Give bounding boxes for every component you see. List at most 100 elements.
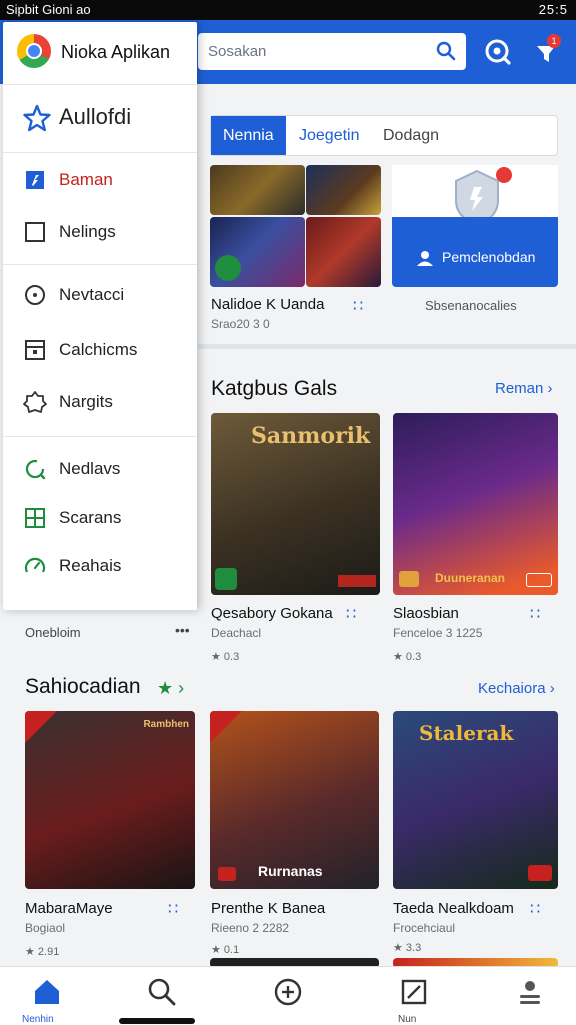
drawer-favorite-label: Aullofdi <box>59 104 132 129</box>
featured-subtitle: Srao20 3 0 <box>211 317 270 331</box>
game-card-3-art[interactable]: Rambhen <box>25 711 195 889</box>
category-tabs: Nennia Joegetin Dodagn <box>210 115 558 156</box>
section2-star-icon: ★ › <box>157 678 185 698</box>
section2-more-label: Kechaiora <box>478 680 546 697</box>
featured-thumb-3[interactable] <box>210 217 305 287</box>
game-card-2-rating: ★ 0.3 <box>393 651 422 663</box>
corner-ribbon-icon <box>210 711 242 743</box>
game-card-1-art[interactable]: Sanmorik <box>211 413 380 595</box>
nav-add-icon[interactable] <box>272 976 304 1008</box>
tab-nennia[interactable]: Nennia <box>211 116 286 155</box>
drawer-item-calchicms[interactable]: Calchicms <box>3 330 197 370</box>
tab-dodagn[interactable]: Dodagn <box>383 116 439 155</box>
game-card-1-title[interactable]: Qesabory Gokana <box>211 605 333 622</box>
drawer-item-scarans[interactable]: Scarans <box>3 498 197 538</box>
drawer-item-label: Baman <box>59 170 113 189</box>
status-bar: Sipbit Gioni ao 25:5 <box>0 0 576 20</box>
game-card-5-more-icon[interactable]: ∷ <box>530 899 541 919</box>
rating-badge-icon <box>526 573 552 587</box>
nav-home-label[interactable]: Nenhin <box>22 1014 54 1025</box>
search-input[interactable]: Sosakan <box>198 33 466 70</box>
game-card-2-rating-value: 0.3 <box>405 651 422 663</box>
navigation-drawer: Nioka Aplikan Aullofdi Baman Nelings Nev… <box>3 22 197 610</box>
drawer-header[interactable]: Nioka Aplikan <box>3 22 197 82</box>
drawer-divider <box>3 436 197 437</box>
game-card-3-sub: Bogiaol <box>25 921 66 935</box>
notification-badge: 1 <box>547 34 561 48</box>
promo-dot <box>496 167 512 183</box>
game-card-2-art[interactable]: Duuneranan <box>393 413 558 595</box>
store-badge-icon <box>399 571 419 587</box>
drawer-item-label: Reahais <box>59 556 122 575</box>
game-card-3-more-icon[interactable]: ∷ <box>168 899 179 919</box>
section1-more-link[interactable]: Reman › <box>495 380 553 397</box>
search-icon[interactable] <box>436 41 456 66</box>
game-card-5-title[interactable]: Taeda Nealkdoam <box>393 900 514 917</box>
featured-thumb-1[interactable] <box>210 165 305 215</box>
drawer-item-nevtacci[interactable]: Nevtacci <box>3 275 197 315</box>
bookmark-icon <box>23 168 47 192</box>
refresh-icon <box>23 457 47 481</box>
drawer-app-name: Nioka Aplikan <box>61 42 171 62</box>
game-card-1-sub: Deachacl <box>211 626 262 640</box>
nav-search-icon[interactable] <box>146 976 178 1008</box>
drawer-item-label: Nargits <box>59 392 113 411</box>
featured-thumb-4[interactable] <box>306 217 381 287</box>
section2-title: Sahiocadian <box>25 675 141 698</box>
store-badge-icon <box>215 568 237 590</box>
rating-badge-icon <box>338 575 376 587</box>
game-card-5-rating: ★ 3.3 <box>393 942 422 954</box>
game-card-3-logo: Rambhen <box>143 719 189 730</box>
store-badge-icon <box>218 867 236 881</box>
game-card-5-art[interactable]: Stalerak <box>393 711 558 889</box>
drawer-item-nargits[interactable]: Nargits <box>3 382 197 422</box>
person-icon <box>416 249 436 272</box>
game-card-4-title[interactable]: Prenthe K Banea <box>211 900 325 917</box>
nav-edit-label[interactable]: Nun <box>398 1014 416 1025</box>
drawer-item-label: Nevtacci <box>59 285 125 304</box>
drawer-item-reahais[interactable]: Reahais <box>3 546 197 586</box>
game-card-5-rating-value: 3.3 <box>405 942 422 954</box>
game-card-2-logo: Duuneranan <box>435 571 506 585</box>
search-placeholder: Sosakan <box>208 43 267 60</box>
voice-search-icon[interactable] <box>484 38 512 66</box>
drawer-item-label: Calchicms <box>59 340 138 359</box>
onebloim-label[interactable]: Onebloim <box>25 625 81 640</box>
game-card-2-more-icon[interactable]: ∷ <box>530 604 541 624</box>
checkbox-icon <box>23 220 47 244</box>
status-clock: 25:5 <box>538 2 568 17</box>
game-card-1-more-icon[interactable]: ∷ <box>346 604 357 624</box>
featured-thumb-2[interactable] <box>306 165 381 215</box>
star-icon <box>23 104 51 132</box>
section1-more-label: Reman <box>495 380 544 397</box>
nav-edit-icon[interactable] <box>398 976 430 1008</box>
notification-icon[interactable]: 1 <box>533 34 561 66</box>
nav-home-icon[interactable] <box>31 976 63 1008</box>
promo-caption: Sbsenanocalies <box>425 298 517 313</box>
promo-button[interactable]: Pemclenobdan <box>392 217 558 287</box>
onebloim-more-icon[interactable]: ••• <box>175 622 190 638</box>
drawer-item-nedlavs[interactable]: Nedlavs <box>3 449 197 489</box>
game-card-4-art[interactable]: Rurnanas <box>210 711 379 889</box>
tab-joegetin[interactable]: Joegetin <box>299 116 360 155</box>
badge-icon <box>23 390 47 414</box>
drawer-item-nelings[interactable]: Nelings <box>3 212 197 252</box>
game-card-4-sub: Rieeno 2 2282 <box>211 921 290 935</box>
game-card-5-sub: Frocehciaul <box>393 921 456 935</box>
game-card-2-title[interactable]: Slaosbian <box>393 605 459 622</box>
calendar-icon <box>23 338 47 362</box>
drawer-item-favorite[interactable]: Aullofdi <box>3 96 197 140</box>
game-card-3-title[interactable]: MabaraMaye <box>25 900 113 917</box>
game-card-2-sub: Fenceloe 3 1225 <box>393 626 483 640</box>
drawer-item-baman[interactable]: Baman <box>3 160 197 200</box>
promo-label: Pemclenobdan <box>442 249 536 265</box>
featured-more-icon[interactable]: ∷ <box>353 296 364 316</box>
section2-more-link[interactable]: Kechaiora › <box>478 680 555 697</box>
game-card-4-rating-value: 0.1 <box>223 944 240 956</box>
featured-title[interactable]: Nalidoe K Uanda <box>211 296 324 313</box>
drawer-divider <box>3 264 197 265</box>
drawer-item-label: Nedlavs <box>59 459 121 478</box>
grid-icon <box>23 506 47 530</box>
nav-profile-icon[interactable] <box>514 976 546 1008</box>
game-card-1-logo: Sanmorik <box>251 423 371 449</box>
